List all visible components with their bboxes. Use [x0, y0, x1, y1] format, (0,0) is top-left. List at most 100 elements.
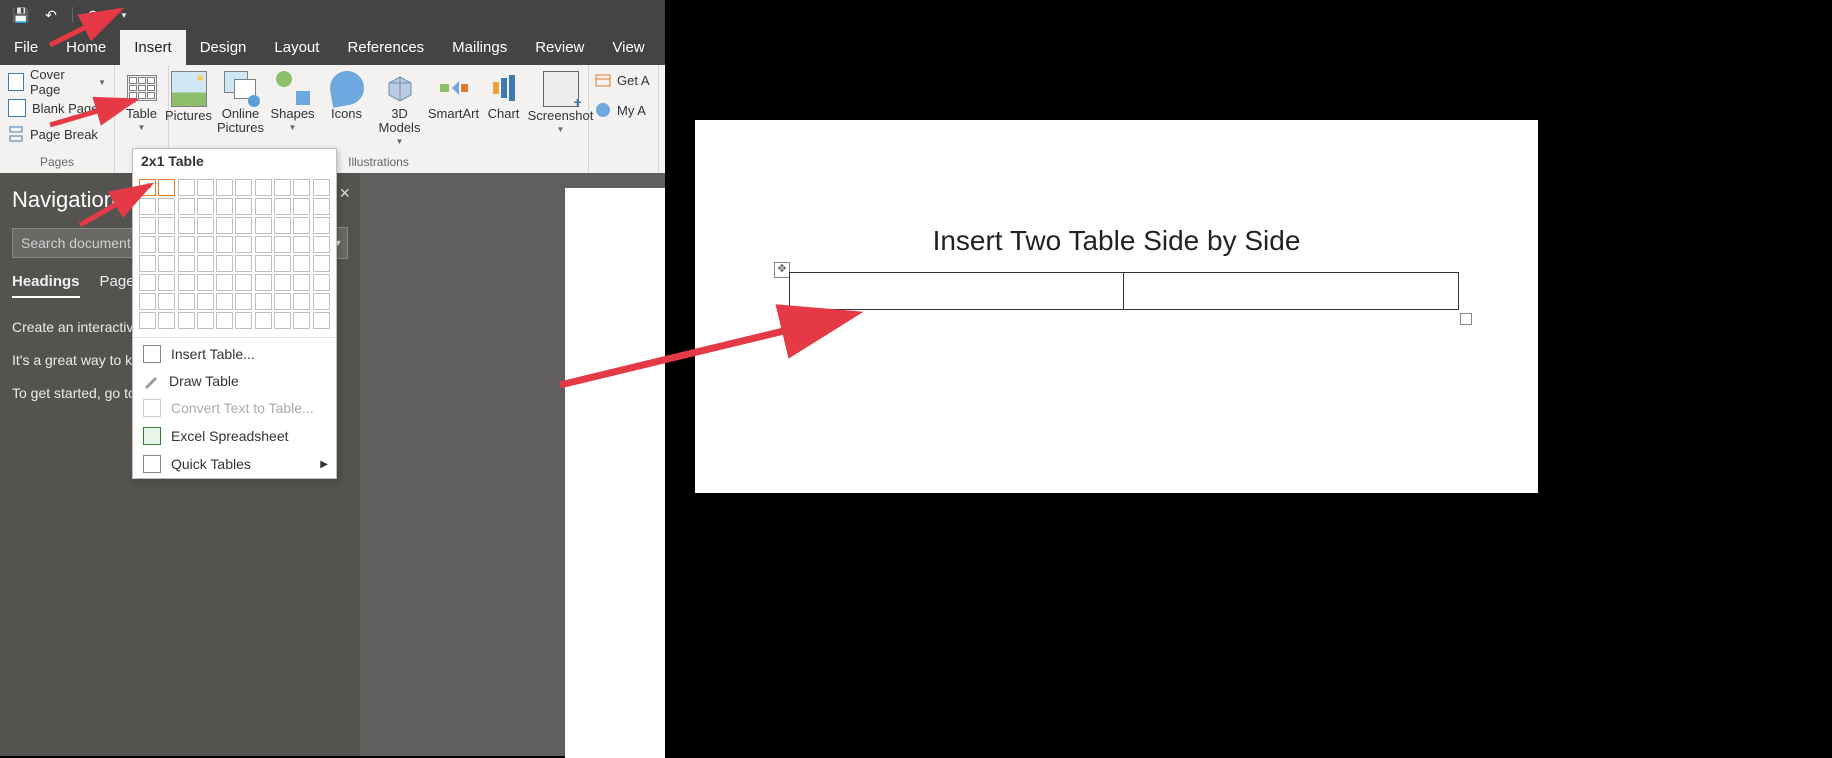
grid-cell[interactable] [158, 274, 175, 291]
grid-cell[interactable] [235, 293, 252, 310]
page-break-button[interactable]: Page Break [8, 121, 106, 147]
grid-cell[interactable] [313, 217, 330, 234]
grid-cell[interactable] [235, 236, 252, 253]
chart-button[interactable]: Chart [482, 69, 526, 146]
grid-cell[interactable] [178, 312, 195, 329]
grid-cell[interactable] [255, 198, 272, 215]
grid-cell[interactable] [274, 255, 291, 272]
grid-cell[interactable] [235, 217, 252, 234]
grid-cell[interactable] [274, 217, 291, 234]
grid-cell[interactable] [255, 255, 272, 272]
grid-cell[interactable] [197, 179, 214, 196]
excel-spreadsheet-item[interactable]: Excel Spreadsheet [133, 422, 336, 450]
grid-cell[interactable] [274, 312, 291, 329]
grid-cell[interactable] [178, 274, 195, 291]
grid-cell[interactable] [216, 274, 233, 291]
grid-cell[interactable] [293, 274, 310, 291]
grid-cell[interactable] [255, 312, 272, 329]
grid-cell[interactable] [293, 312, 310, 329]
tab-design[interactable]: Design [186, 30, 261, 65]
grid-cell[interactable] [216, 293, 233, 310]
draw-table-item[interactable]: Draw Table [133, 368, 336, 394]
tab-references[interactable]: References [333, 30, 438, 65]
grid-cell[interactable] [139, 312, 156, 329]
grid-cell[interactable] [158, 236, 175, 253]
grid-cell[interactable] [216, 198, 233, 215]
grid-cell[interactable] [178, 255, 195, 272]
grid-cell[interactable] [293, 198, 310, 215]
grid-cell[interactable] [255, 293, 272, 310]
document-page[interactable] [565, 188, 665, 758]
tab-file[interactable]: File [0, 30, 52, 65]
grid-cell[interactable] [313, 293, 330, 310]
table-resize-handle-icon[interactable] [1460, 313, 1472, 325]
shapes-button[interactable]: Shapes ▼ [266, 69, 320, 146]
tab-review[interactable]: Review [521, 30, 598, 65]
grid-cell[interactable] [235, 312, 252, 329]
nav-tab-headings[interactable]: Headings [12, 273, 80, 298]
grid-cell[interactable] [255, 236, 272, 253]
grid-cell[interactable] [216, 217, 233, 234]
grid-cell[interactable] [274, 293, 291, 310]
grid-cell[interactable] [178, 293, 195, 310]
table-move-handle-icon[interactable]: ✥ [774, 262, 790, 278]
table-cell[interactable] [790, 273, 1124, 309]
undo-icon[interactable]: ↶ [42, 6, 60, 24]
grid-cell[interactable] [235, 179, 252, 196]
grid-cell[interactable] [216, 255, 233, 272]
grid-cell[interactable] [197, 255, 214, 272]
grid-cell[interactable] [313, 236, 330, 253]
grid-cell[interactable] [178, 217, 195, 234]
tab-view[interactable]: View [598, 30, 658, 65]
3d-models-button[interactable]: 3D Models ▼ [374, 69, 426, 146]
grid-cell[interactable] [274, 179, 291, 196]
grid-cell[interactable] [139, 236, 156, 253]
grid-cell[interactable] [197, 236, 214, 253]
tab-insert[interactable]: Insert [120, 30, 186, 65]
grid-cell[interactable] [178, 236, 195, 253]
grid-cell[interactable] [274, 274, 291, 291]
customize-qat-icon[interactable]: ▾ [115, 6, 133, 24]
insert-table-item[interactable]: Insert Table... [133, 340, 336, 368]
quick-tables-item[interactable]: Quick Tables ▶ [133, 450, 336, 478]
grid-cell[interactable] [274, 198, 291, 215]
grid-cell[interactable] [235, 255, 252, 272]
grid-cell[interactable] [158, 255, 175, 272]
grid-cell[interactable] [158, 293, 175, 310]
grid-cell[interactable] [139, 217, 156, 234]
grid-cell[interactable] [178, 179, 195, 196]
close-icon[interactable]: × [339, 183, 350, 204]
grid-cell[interactable] [139, 255, 156, 272]
redo-icon[interactable]: ↷ [85, 6, 103, 24]
grid-cell[interactable] [216, 236, 233, 253]
grid-cell[interactable] [313, 312, 330, 329]
grid-cell[interactable] [197, 217, 214, 234]
table-size-grid[interactable] [133, 173, 336, 335]
online-pictures-button[interactable]: Online Pictures [216, 69, 266, 146]
grid-cell[interactable] [197, 274, 214, 291]
screenshot-button[interactable]: Screenshot ▼ [526, 69, 596, 146]
grid-cell[interactable] [197, 198, 214, 215]
grid-cell[interactable] [293, 179, 310, 196]
grid-cell[interactable] [235, 198, 252, 215]
grid-cell[interactable] [139, 274, 156, 291]
grid-cell[interactable] [313, 198, 330, 215]
save-icon[interactable]: 💾 [12, 6, 30, 24]
grid-cell[interactable] [293, 293, 310, 310]
tab-layout[interactable]: Layout [260, 30, 333, 65]
tab-home[interactable]: Home [52, 30, 120, 65]
inserted-table[interactable] [789, 272, 1459, 310]
get-addins-button[interactable]: Get A [595, 69, 650, 91]
grid-cell[interactable] [313, 255, 330, 272]
grid-cell[interactable] [197, 312, 214, 329]
cover-page-button[interactable]: Cover Page ▼ [8, 69, 106, 95]
grid-cell[interactable] [293, 236, 310, 253]
grid-cell[interactable] [255, 217, 272, 234]
table-button[interactable]: Table ▼ [115, 69, 169, 132]
grid-cell[interactable] [216, 312, 233, 329]
pictures-button[interactable]: Pictures [162, 69, 216, 146]
table-cell[interactable] [1124, 273, 1458, 309]
grid-cell[interactable] [313, 274, 330, 291]
blank-page-button[interactable]: Blank Page [8, 95, 106, 121]
grid-cell[interactable] [139, 179, 156, 196]
